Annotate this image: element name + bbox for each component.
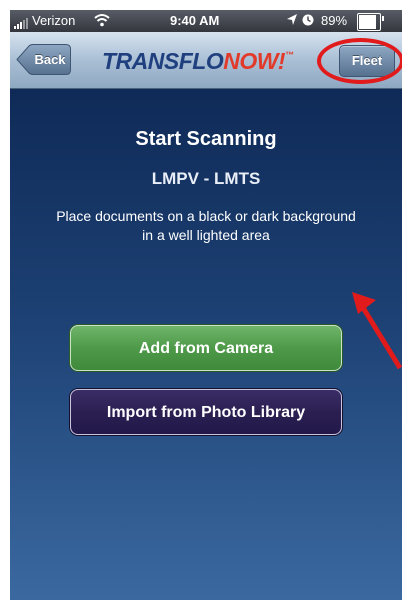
back-button-label: Back	[34, 52, 66, 67]
fleet-subtitle: LMPV - LMTS	[151, 169, 261, 188]
wifi-icon	[94, 13, 110, 29]
app-logo: TRANSFLONOW!™	[102, 48, 294, 74]
nav-bar: Back TRANSFLONOW!™ Fleet	[10, 32, 402, 89]
location-icon	[286, 13, 298, 29]
instruction-line: Place documents on a black or dark backg…	[56, 208, 356, 224]
carrier-label: Verizon	[32, 13, 76, 28]
clock: 9:40 AM	[170, 13, 220, 28]
instruction-line: in a well lighted area	[142, 227, 270, 243]
annotation-circle	[317, 38, 402, 84]
battery-icon	[357, 13, 384, 31]
phone-screen: Verizon 9:40 AM 89% Back TRANSFLONOW!™ F…	[10, 10, 402, 600]
instructions: Place documents on a black or dark backg…	[10, 207, 402, 245]
lock-icon	[302, 13, 314, 29]
battery-percent: 89%	[321, 13, 348, 28]
page-title: Start Scanning	[135, 128, 277, 150]
annotation-arrow-icon	[352, 292, 402, 370]
back-button[interactable]: Back	[16, 44, 71, 75]
main-content: Start Scanning LMPV - LMTS Place documen…	[10, 89, 402, 600]
import-photo-library-button[interactable]: Import from Photo Library	[70, 389, 342, 435]
status-bar: Verizon 9:40 AM 89%	[10, 10, 402, 32]
add-from-camera-button[interactable]: Add from Camera	[70, 325, 342, 371]
signal-icon	[14, 13, 28, 29]
